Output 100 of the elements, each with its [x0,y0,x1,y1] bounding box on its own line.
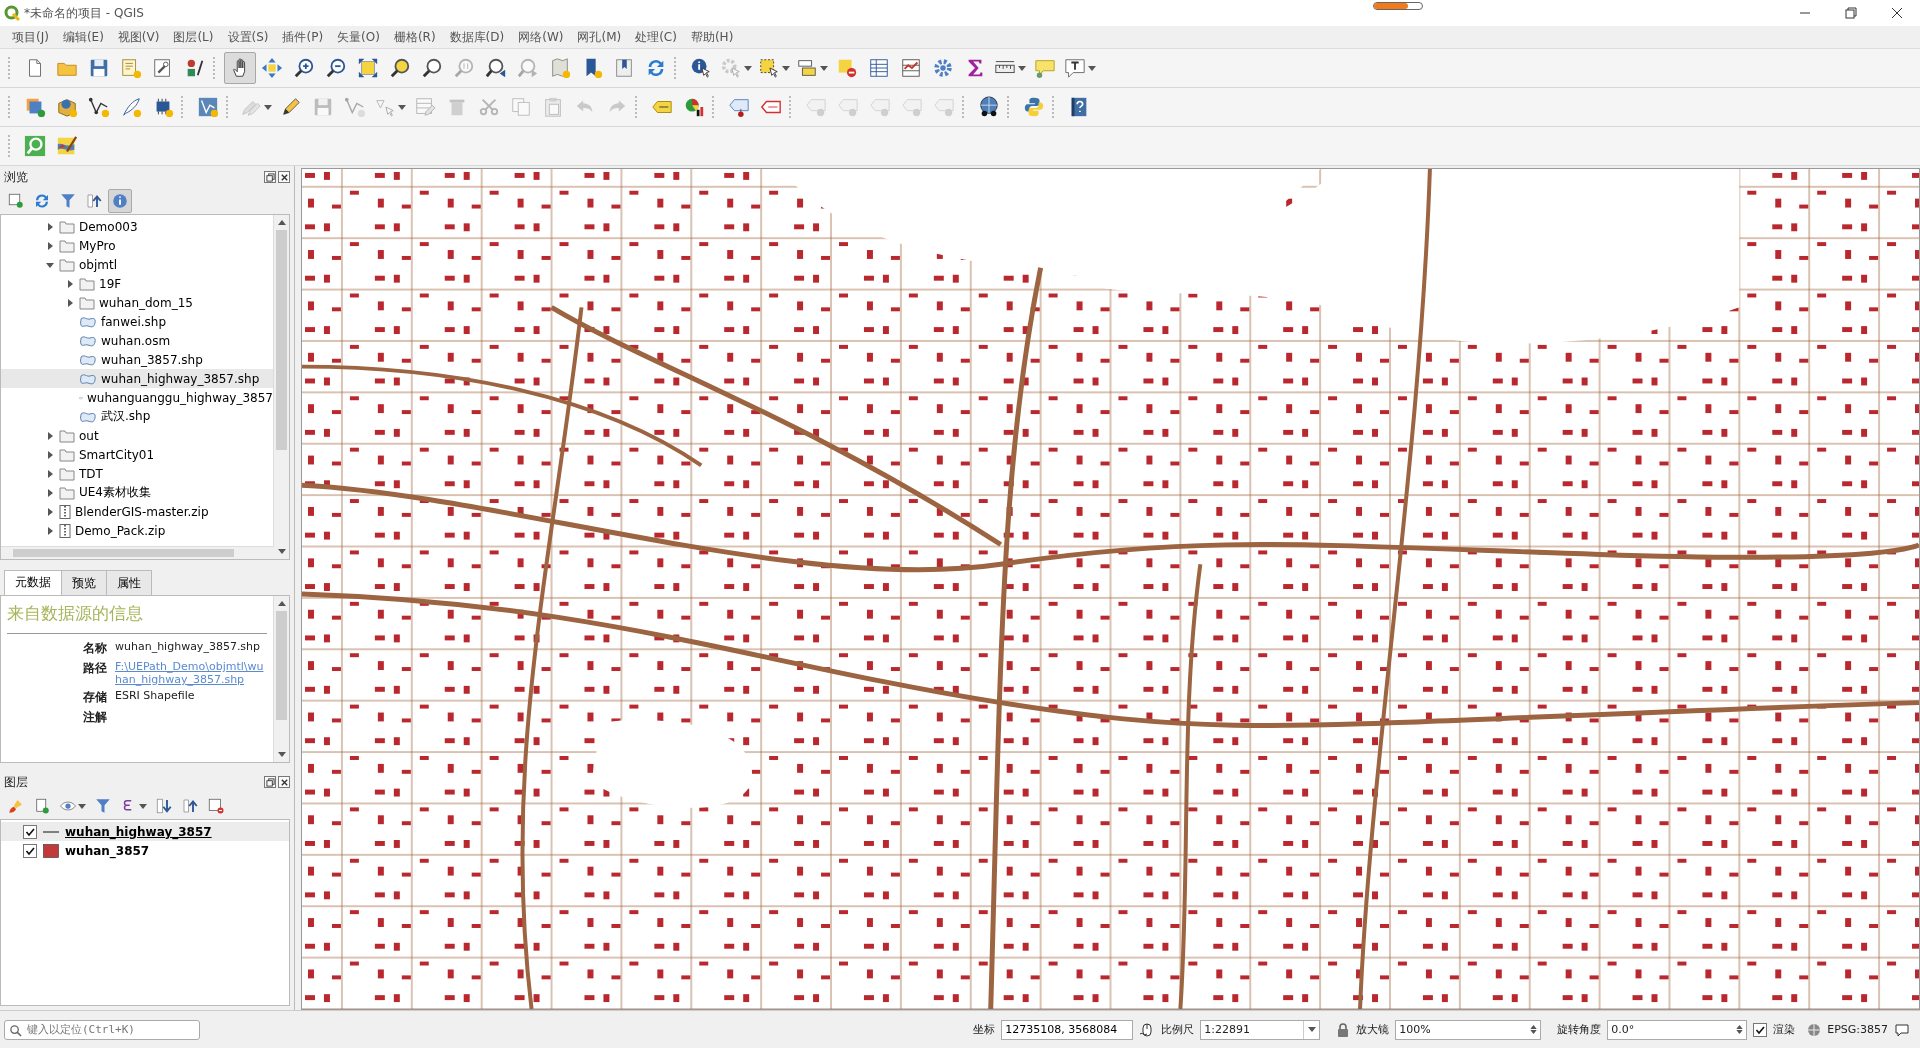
scroll-up-icon[interactable] [277,601,286,606]
tree-item[interactable]: fanwei.shp [1,312,273,331]
scrollbar[interactable] [273,596,289,762]
tree-item[interactable]: Demo003 [1,217,273,236]
folder-icon [59,485,75,500]
scroll-down-icon[interactable] [277,549,286,554]
menu-item[interactable]: 项目(J) [6,26,55,48]
tree-item[interactable]: Demo_Pack.zip [1,521,273,540]
layer-item[interactable]: wuhan_highway_3857 [1,822,289,841]
collapsed-arrow-icon[interactable] [45,468,55,479]
speech-bubble-icon[interactable] [1894,1021,1910,1038]
menu-item[interactable]: 网络(W) [512,26,570,48]
collapsed-arrow-icon[interactable] [65,297,75,308]
panel-title: 浏览 [4,168,28,186]
path-link[interactable]: F:\UEPath_Demo\objmtl\wuhan_highway_3857.shp [115,660,267,686]
menu-item[interactable]: 帮助(H) [684,26,740,48]
dropdown-arrow-icon[interactable] [1308,1027,1317,1032]
tree-item[interactable]: 武汉.shp [1,407,273,426]
tree-item[interactable]: BlenderGIS-master.zip [1,502,273,521]
collapsed-arrow-icon[interactable] [45,506,55,517]
scroll-up-icon[interactable] [277,220,286,225]
magnifier-label: 放大镜 [1356,1022,1390,1037]
float-icon[interactable] [264,776,276,788]
tree-item[interactable]: wuhan.osm [1,331,273,350]
float-icon[interactable] [264,171,276,183]
folder-icon [59,428,75,443]
field-label: 存储 [82,689,107,706]
folder-icon [59,257,75,272]
menu-item[interactable]: 处理(C) [629,26,683,48]
menu-item[interactable]: 矢量(O) [331,26,386,48]
layer-item[interactable]: wuhan_3857 [1,841,289,860]
field-label: 名称 [82,640,107,657]
collapsed-arrow-icon[interactable] [45,221,55,232]
folder-icon [59,238,75,253]
collapsed-arrow-icon[interactable] [65,278,75,289]
tab[interactable]: 预览 [61,570,107,595]
tree-item[interactable]: out [1,426,273,445]
tree-item[interactable]: MyPro [1,236,273,255]
tree-item[interactable]: wuhan_highway_3857.shp [1,369,273,388]
tree-item[interactable]: wuhan_3857.shp [1,350,273,369]
folder-icon [79,276,95,291]
coordinate-label: 坐标 [973,1022,996,1037]
checkbox[interactable] [23,824,37,839]
scrollbar[interactable] [1,546,274,559]
menu-item[interactable]: 数据库(D) [443,26,511,48]
search-icon [9,1023,22,1037]
tab[interactable]: 元数据 [4,570,62,596]
rotation-label: 旋转角度 [1557,1022,1602,1037]
locator-field[interactable]: 键入以定位(Ctrl+K) [4,1019,200,1040]
scale-combo[interactable]: 1:22891 [1200,1019,1321,1040]
tree-item[interactable]: TDT [1,464,273,483]
folder-icon [79,295,95,310]
field-label: 注解 [82,709,107,726]
menu-item[interactable]: 视图(V) [111,26,166,48]
collapsed-arrow-icon[interactable] [45,525,55,536]
collapsed-arrow-icon[interactable] [45,487,55,498]
field-label: 路径 [82,660,107,677]
close-icon[interactable] [278,776,290,788]
tree-item[interactable]: objmtl [1,255,273,274]
globe-icon[interactable] [1807,1022,1822,1037]
scroll-down-icon[interactable] [277,752,286,757]
spin-down-icon[interactable] [1530,1030,1538,1034]
spin-up-icon[interactable] [1736,1025,1744,1029]
logo-icon [4,5,20,21]
lock-icon[interactable] [1336,1021,1351,1038]
checkbox[interactable] [23,843,37,858]
zip-icon [59,523,71,538]
render-label: 渲染 [1773,1022,1796,1037]
collapsed-arrow-icon[interactable] [45,449,55,460]
tree-item[interactable]: wuhan_dom_15 [1,293,273,312]
menu-item[interactable]: 编辑(E) [56,26,110,48]
close-icon[interactable] [278,171,290,183]
scale-label: 比例尺 [1161,1022,1195,1037]
field-value: ESRI Shapefile [115,689,196,704]
hand-icon[interactable] [224,52,256,84]
collapsed-arrow-icon[interactable] [45,430,55,441]
checkbox[interactable] [1753,1022,1768,1037]
folder-icon [59,447,75,462]
tree-item[interactable]: wuhanguanggu_highway_3857 [1,388,273,407]
tree-item[interactable]: SmartCity01 [1,445,273,464]
panel-title: 图层 [4,773,28,791]
spin-down-icon[interactable] [1736,1030,1744,1034]
folder-icon [59,219,75,234]
coordinate-field[interactable]: 12735108, 3568084 [1001,1019,1134,1040]
tab[interactable]: 属性 [106,570,152,595]
menu-item[interactable]: 设置(S) [221,26,275,48]
tree-item[interactable]: 19F [1,274,273,293]
menu-item[interactable]: 插件(P) [276,26,330,48]
crs-label[interactable]: EPSG:3857 [1827,1023,1888,1036]
window-title: *未命名的项目 - QGIS [24,4,144,22]
scrollbar[interactable] [273,215,289,559]
menu-item[interactable]: 栅格(R) [387,26,442,48]
tree-item[interactable]: UE4素材收集 [1,483,273,502]
menu-item[interactable]: 网孔(M) [571,26,628,48]
magnifier-spinbox[interactable]: 100% [1395,1019,1542,1040]
rotation-spinbox[interactable]: 0.0° [1607,1019,1748,1040]
collapsed-arrow-icon[interactable] [45,240,55,251]
menu-item[interactable]: 图层(L) [167,26,220,48]
info-icon[interactable] [108,189,132,213]
spin-up-icon[interactable] [1530,1025,1538,1029]
